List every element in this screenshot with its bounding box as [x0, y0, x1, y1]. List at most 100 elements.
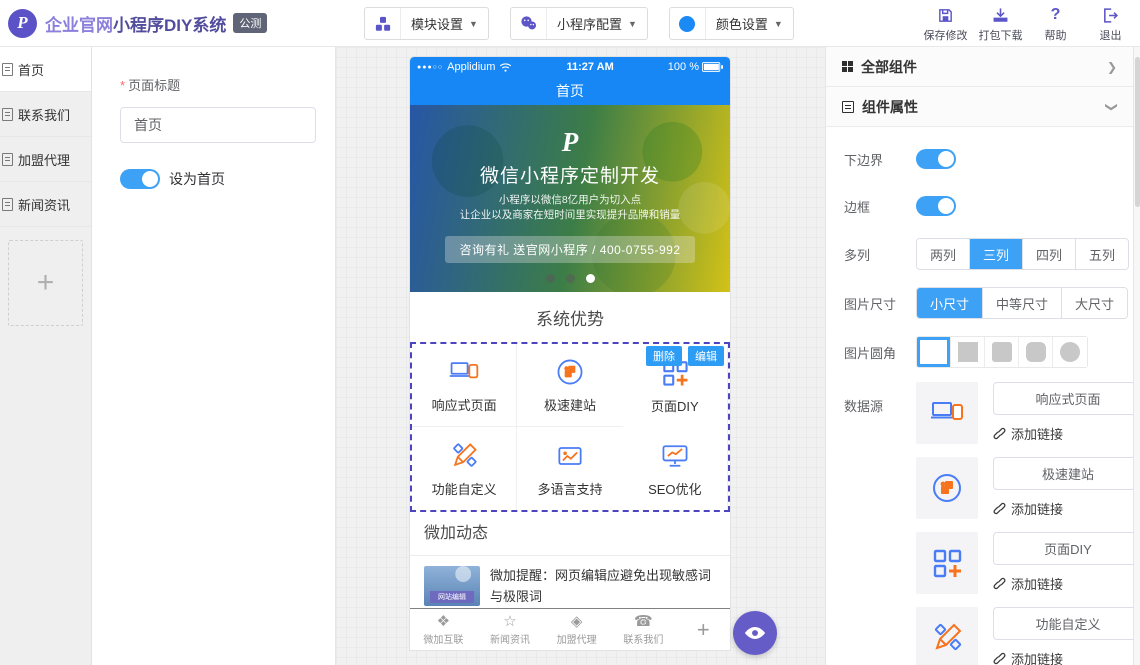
border-bottom-toggle[interactable] — [916, 149, 956, 169]
advantage-section-title: 系统优势 — [410, 292, 730, 342]
page-icon — [2, 63, 13, 76]
news-item[interactable]: 网站编辑 微加提醒：网页编辑应避免出现敏感词与极限词 — [410, 556, 730, 608]
header-actions: 保存修改 打包下载 ? 帮助 退出 — [918, 4, 1138, 43]
columns-option-5[interactable]: 五列 — [1076, 239, 1128, 269]
help-button[interactable]: ? 帮助 — [1028, 4, 1083, 43]
beta-badge: 公测 — [233, 13, 267, 33]
module-settings-menu[interactable]: 模块设置 ▼ — [364, 7, 489, 40]
set-home-toggle[interactable] — [120, 169, 160, 189]
selection-badges: 删除 编辑 — [646, 346, 724, 366]
advantage-grid-selected[interactable]: 删除 编辑 响应式页面 极速建站 页面DIY 功能自定义 多语言支持 — [410, 342, 730, 512]
tab-weijia[interactable]: ❖ 微加互联 — [410, 613, 477, 646]
prop-label: 多列 — [844, 245, 916, 264]
top-header: P 企业官网小程序DIY系统 公测 模块设置 ▼ 小程序配置 ▼ — [0, 0, 1140, 47]
help-icon: ? — [1051, 4, 1061, 24]
datasource-name-input[interactable] — [993, 532, 1133, 565]
tab-contact[interactable]: ☎ 联系我们 — [610, 613, 677, 646]
add-page-button[interactable]: + — [8, 240, 83, 326]
datasource-name-input[interactable] — [993, 382, 1133, 415]
columns-option-2[interactable]: 两列 — [917, 239, 970, 269]
sidebar-item-agent[interactable]: 加盟代理 — [0, 137, 91, 182]
pages-sidebar: 首页 联系我们 加盟代理 新闻资讯 + — [0, 47, 92, 665]
carousel-dot[interactable] — [566, 274, 575, 283]
chevron-down-icon: ▼ — [774, 19, 793, 29]
exit-button[interactable]: 退出 — [1083, 4, 1138, 43]
phone-icon: ☎ — [634, 613, 653, 630]
color-settings-menu[interactable]: 颜色设置 ▼ — [669, 7, 794, 40]
datasource-name-input[interactable] — [993, 607, 1133, 640]
sidebar-item-contact[interactable]: 联系我们 — [0, 92, 91, 137]
carousel-dot-active[interactable] — [586, 274, 595, 283]
multi-language-icon — [554, 440, 586, 472]
size-option-small-selected[interactable]: 小尺寸 — [917, 288, 983, 318]
page-settings-panel: *页面标题 设为首页 — [92, 47, 336, 665]
delete-button[interactable]: 删除 — [646, 346, 682, 366]
image-radius-row: 图片圆角 — [844, 336, 1133, 368]
battery-icon — [702, 62, 723, 72]
columns-row: 多列 两列 三列 四列 五列 — [844, 238, 1133, 270]
phone-page-title: 首页 — [556, 81, 584, 101]
add-link-button[interactable]: 添加链接 — [993, 424, 1133, 443]
columns-option-4[interactable]: 四列 — [1023, 239, 1076, 269]
phone-nav-bar: 首页 — [410, 77, 730, 105]
radius-option-square[interactable] — [951, 337, 985, 367]
border-toggle[interactable] — [916, 196, 956, 216]
prop-label: 边框 — [844, 197, 916, 216]
size-option-large[interactable]: 大尺寸 — [1062, 288, 1127, 318]
page-diy-icon — [916, 532, 978, 594]
sidebar-item-home[interactable]: 首页 — [0, 47, 91, 92]
sidebar-item-label: 联系我们 — [18, 105, 70, 124]
add-link-button[interactable]: 添加链接 — [993, 574, 1133, 593]
edit-button[interactable]: 编辑 — [688, 346, 724, 366]
download-icon — [992, 4, 1009, 24]
save-button[interactable]: 保存修改 — [918, 4, 973, 43]
page-title-input[interactable] — [120, 107, 316, 143]
link-icon — [993, 577, 1006, 590]
battery-percent: 100 % — [668, 61, 699, 73]
custom-function-icon — [916, 607, 978, 665]
radius-option-small[interactable] — [985, 337, 1019, 367]
add-link-button[interactable]: 添加链接 — [993, 499, 1133, 518]
weijia-logo-icon: ❖ — [437, 613, 450, 630]
radius-option-medium[interactable] — [1019, 337, 1053, 367]
props-list-icon — [842, 101, 854, 113]
news-thumbnail: 网站编辑 — [424, 566, 480, 606]
grid-item-seo[interactable]: SEO优化 — [623, 427, 728, 510]
sidebar-item-news[interactable]: 新闻资讯 — [0, 182, 91, 227]
all-components-header[interactable]: 全部组件 ❯ — [826, 47, 1133, 87]
responsive-icon — [916, 382, 978, 444]
menu-label: 颜色设置 — [706, 14, 774, 33]
wifi-icon — [499, 62, 512, 73]
tab-add-button[interactable]: + — [677, 617, 730, 643]
radius-option-none-selected[interactable] — [917, 337, 951, 367]
add-link-button[interactable]: 添加链接 — [993, 649, 1133, 665]
grid-item-responsive[interactable]: 响应式页面 — [412, 344, 517, 427]
size-option-medium[interactable]: 中等尺寸 — [983, 288, 1062, 318]
set-home-row: 设为首页 — [120, 169, 335, 189]
miniprogram-config-menu[interactable]: 小程序配置 ▼ — [510, 7, 648, 40]
agent-icon: ◈ — [571, 613, 583, 630]
tab-news[interactable]: ☆ 新闻资讯 — [477, 613, 544, 646]
grid-item-multi-language[interactable]: 多语言支持 — [517, 427, 622, 510]
columns-option-3-selected[interactable]: 三列 — [970, 239, 1023, 269]
grid-item-speed-build[interactable]: 极速建站 — [517, 344, 622, 427]
carousel-dot[interactable] — [546, 274, 555, 283]
grid-item-custom-function[interactable]: 功能自定义 — [412, 427, 517, 510]
image-size-row: 图片尺寸 小尺寸 中等尺寸 大尺寸 — [844, 287, 1133, 319]
datasource-item-speed-build: 添加链接 — [916, 457, 1133, 519]
app-title-primary: 企业官网 — [45, 16, 113, 35]
sidebar-item-label: 首页 — [18, 60, 44, 79]
tab-agent[interactable]: ◈ 加盟代理 — [543, 613, 610, 646]
set-home-label: 设为首页 — [169, 169, 225, 189]
action-label: 保存修改 — [924, 27, 968, 43]
banner-carousel[interactable]: P 微信小程序定制开发 小程序以微信8亿用户为切入点 让企业以及商家在短时间里实… — [410, 105, 730, 292]
preview-button[interactable] — [733, 611, 777, 655]
page-icon — [2, 108, 13, 121]
component-inspector: 全部组件 ❯ 组件属性 ❯ 下边界 边框 多列 两列 三列 四列 五列 图 — [825, 47, 1133, 665]
download-button[interactable]: 打包下载 — [973, 4, 1028, 43]
datasource-name-input[interactable] — [993, 457, 1133, 490]
radius-option-circle[interactable] — [1053, 337, 1087, 367]
inspector-scrollbar[interactable] — [1133, 47, 1140, 665]
save-icon — [937, 4, 954, 24]
component-props-header[interactable]: 组件属性 ❯ — [826, 87, 1133, 127]
